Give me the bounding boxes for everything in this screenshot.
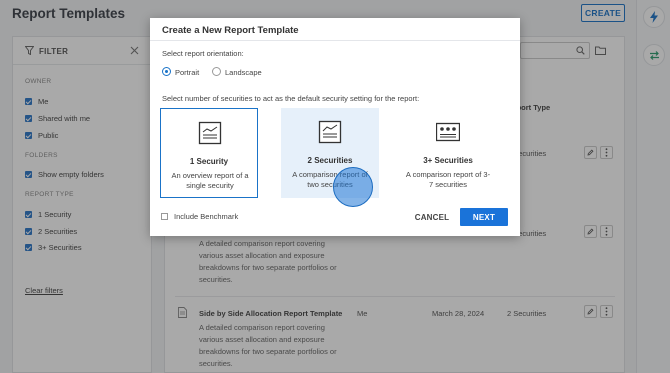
card-description: An overview report of a single security — [171, 171, 249, 190]
multi-security-icon — [436, 122, 460, 142]
radio-landscape[interactable] — [212, 67, 221, 76]
radio-portrait[interactable] — [162, 67, 171, 76]
include-benchmark-checkbox[interactable] — [161, 213, 168, 220]
securities-prompt: Select number of securities to act as th… — [162, 94, 420, 103]
orientation-prompt: Select report orientation: — [162, 49, 244, 58]
cancel-button[interactable]: CANCEL — [412, 208, 452, 226]
pointer-cursor — [333, 167, 373, 207]
card-title: 2 Securities — [307, 156, 353, 165]
card-title: 3+ Securities — [423, 156, 473, 165]
chart-document-icon — [318, 120, 342, 144]
create-template-dialog: Create a New Report Template Select repo… — [150, 18, 520, 236]
next-button[interactable]: NEXT — [460, 208, 508, 226]
card-description: A comparison report of 3-7 securities — [405, 170, 491, 189]
include-benchmark-label[interactable]: Include Benchmark — [174, 212, 238, 221]
card-title: 1 Security — [189, 157, 229, 166]
card-3-securities[interactable]: 3+ Securities A comparison report of 3-7… — [399, 108, 497, 198]
radio-landscape-label[interactable]: Landscape — [225, 68, 262, 77]
dialog-title: Create a New Report Template — [162, 25, 299, 36]
card-1-security[interactable]: 1 Security An overview report of a singl… — [160, 108, 258, 198]
document-icon — [198, 121, 222, 145]
radio-portrait-label[interactable]: Portrait — [175, 68, 199, 77]
dialog-divider — [150, 40, 520, 41]
